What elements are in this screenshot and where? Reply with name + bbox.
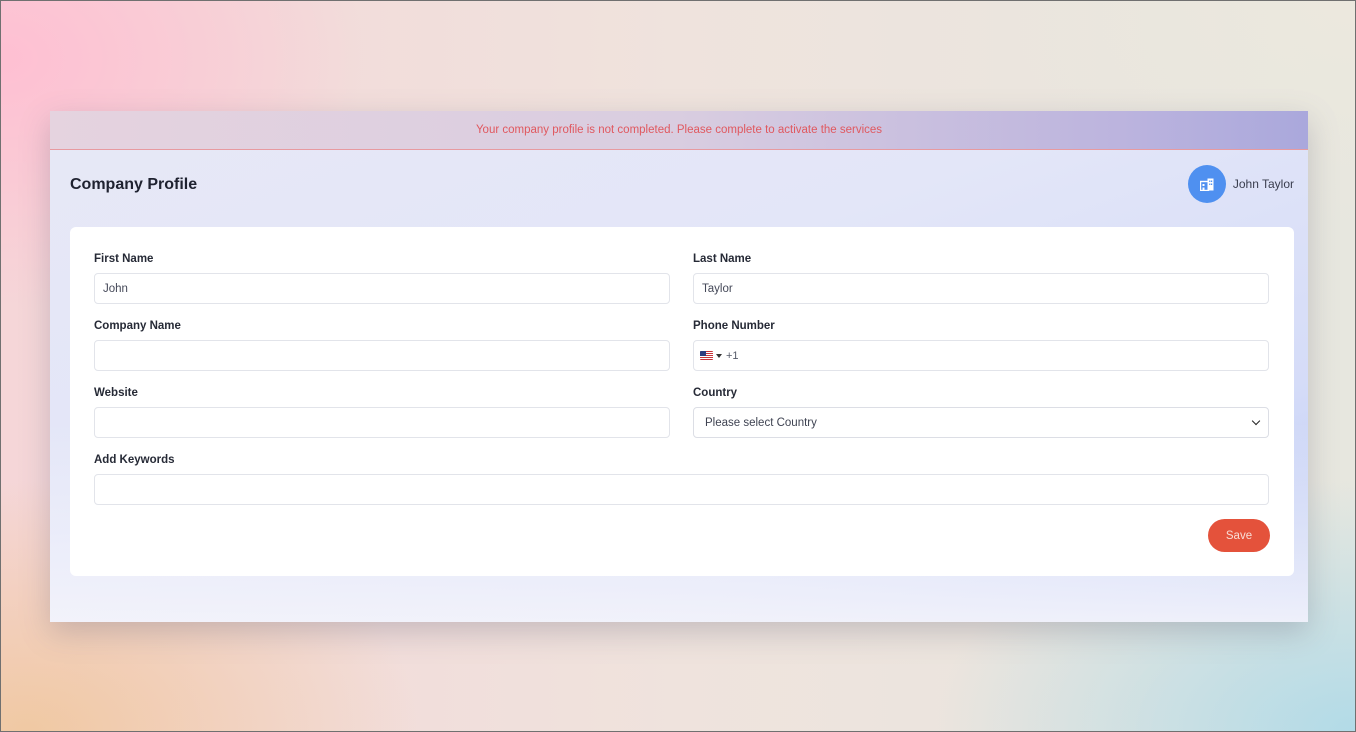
- last-name-input[interactable]: [693, 273, 1269, 304]
- company-name-label: Company Name: [94, 320, 181, 332]
- caret-down-icon[interactable]: [716, 353, 722, 358]
- dial-code: +1: [726, 349, 739, 362]
- website-label: Website: [94, 387, 138, 399]
- keywords-input[interactable]: [94, 474, 1269, 505]
- us-flag-icon[interactable]: [700, 351, 713, 360]
- save-button[interactable]: Save: [1208, 519, 1270, 552]
- phone-number-input[interactable]: [738, 340, 1268, 371]
- phone-number-input-group: +1: [693, 340, 1269, 371]
- company-profile-form: First Name Last Name Company Name Phone …: [70, 227, 1294, 576]
- country-field: Country Please select Country: [693, 387, 1269, 438]
- website-input[interactable]: [94, 407, 670, 438]
- first-name-field: First Name: [94, 253, 670, 304]
- profile-incomplete-alert: Your company profile is not completed. P…: [50, 111, 1308, 150]
- last-name-field: Last Name: [693, 253, 1269, 304]
- app-window: Your company profile is not completed. P…: [50, 111, 1308, 622]
- building-icon: [1199, 178, 1214, 191]
- phone-number-field: Phone Number +1: [693, 320, 1269, 371]
- last-name-label: Last Name: [693, 253, 752, 265]
- page-title: Company Profile: [70, 176, 198, 193]
- chevron-down-icon: [1251, 416, 1261, 426]
- country-select[interactable]: Please select Country: [693, 407, 1269, 438]
- company-name-field: Company Name: [94, 320, 670, 371]
- user-name[interactable]: John Taylor: [1233, 177, 1294, 191]
- website-field: Website: [94, 387, 670, 438]
- keywords-field: Add Keywords: [94, 454, 1269, 505]
- country-select-value: Please select Country: [705, 416, 817, 429]
- user-menu[interactable]: John Taylor: [1187, 165, 1294, 203]
- country-label: Country: [693, 387, 738, 399]
- first-name-input[interactable]: [94, 273, 670, 304]
- keywords-label: Add Keywords: [94, 454, 175, 466]
- avatar[interactable]: [1187, 165, 1226, 203]
- first-name-label: First Name: [94, 253, 154, 265]
- page-header: Company Profile John Taylor: [50, 150, 1308, 225]
- alert-message: Your company profile is not completed. P…: [475, 124, 883, 136]
- phone-number-label: Phone Number: [693, 320, 775, 332]
- company-name-input[interactable]: [94, 340, 670, 371]
